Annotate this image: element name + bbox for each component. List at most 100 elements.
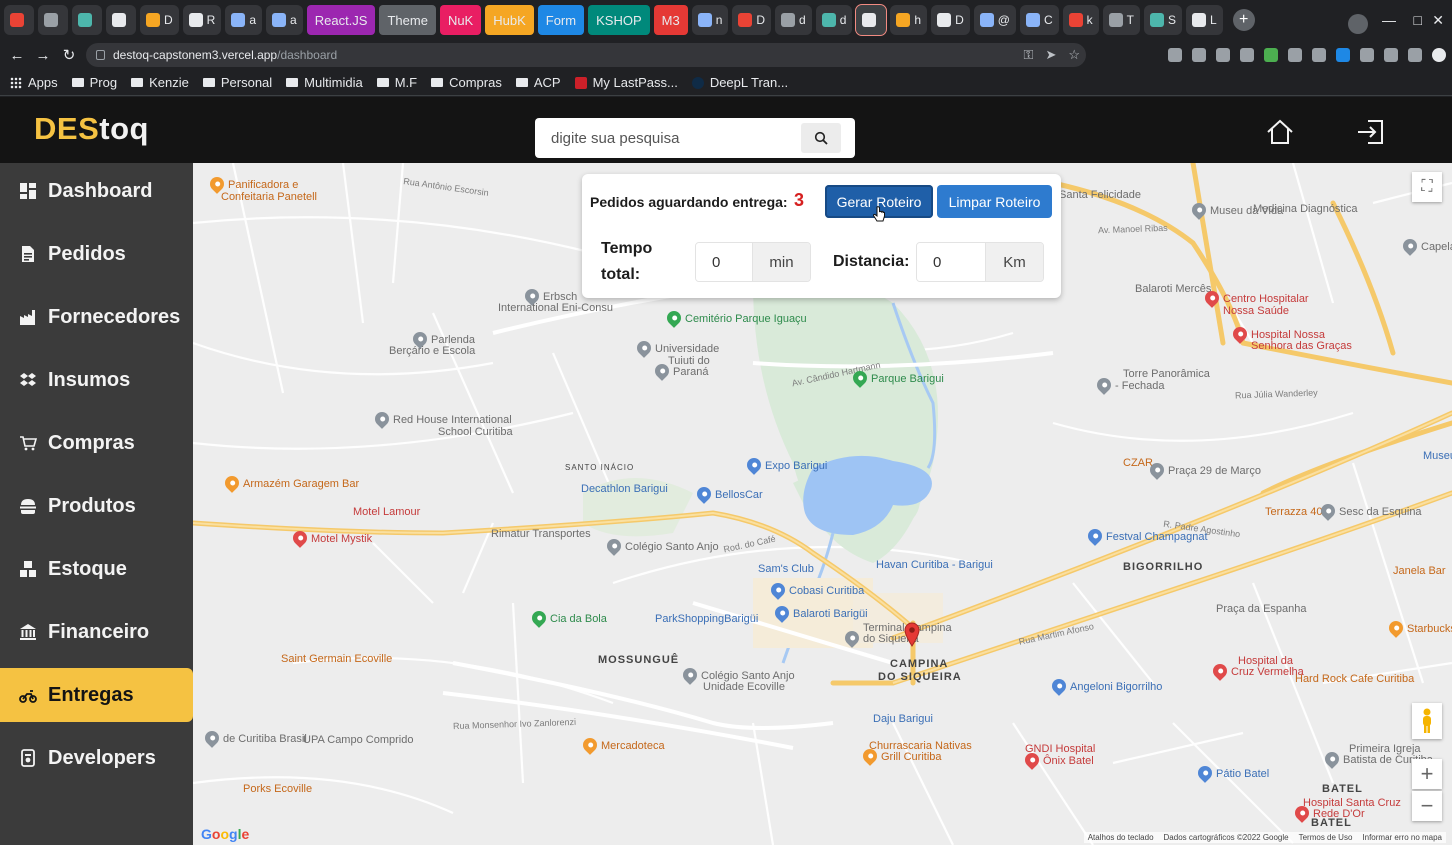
bookmark-item[interactable]: M.F bbox=[376, 75, 417, 90]
map-place-label[interactable]: Cia da Bola bbox=[550, 613, 607, 625]
distance-field[interactable]: 0 Km bbox=[916, 242, 1044, 282]
map-place-label[interactable]: Torre Panorâmica bbox=[1123, 368, 1210, 380]
map-place-label[interactable]: Expo Barigui bbox=[765, 460, 827, 472]
browser-tab[interactable]: D bbox=[140, 5, 179, 35]
map-place-label[interactable]: Panificadora e bbox=[228, 179, 298, 191]
map-place-label[interactable]: Motel Lamour bbox=[353, 506, 420, 518]
bookmark-item[interactable]: Prog bbox=[71, 75, 117, 90]
map-place-label[interactable]: Cruz Vermelha bbox=[1231, 666, 1304, 678]
map-place-label[interactable]: Paraná bbox=[673, 366, 708, 378]
browser-tab[interactable]: HubK bbox=[485, 5, 534, 35]
share-icon[interactable]: ➤ bbox=[1045, 47, 1056, 63]
sidebar-item-insumos[interactable]: Insumos bbox=[0, 353, 193, 407]
sidebar-item-financeiro[interactable]: Financeiro bbox=[0, 605, 193, 659]
map-place-label[interactable]: International Eni-Consu bbox=[498, 302, 613, 314]
map-place-label[interactable]: Daju Barigui bbox=[873, 713, 933, 725]
clear-route-button[interactable]: Limpar Roteiro bbox=[937, 185, 1052, 218]
zoom-out-button[interactable]: − bbox=[1412, 791, 1442, 821]
bookmark-item[interactable]: Kenzie bbox=[131, 75, 189, 90]
map-place-label[interactable]: Red House International bbox=[393, 414, 512, 426]
sidebar-item-pedidos[interactable]: Pedidos bbox=[0, 227, 193, 281]
bookmark-item[interactable]: ACP bbox=[515, 75, 561, 90]
extension-icon[interactable] bbox=[1168, 48, 1182, 62]
browser-tab[interactable]: Theme bbox=[379, 5, 436, 35]
sidebar-item-fornecedores[interactable]: Fornecedores bbox=[0, 290, 193, 344]
minimize-icon[interactable]: — bbox=[1382, 12, 1396, 28]
map-place-label[interactable]: Starbucks bbox=[1407, 623, 1452, 635]
profile-avatar[interactable] bbox=[1432, 48, 1446, 62]
extension-icon[interactable] bbox=[1336, 48, 1350, 62]
reload-icon[interactable]: ↻ bbox=[56, 46, 82, 64]
key-icon[interactable]: ⚿ bbox=[1024, 47, 1034, 63]
browser-tab[interactable] bbox=[4, 5, 34, 35]
map-place-label[interactable]: Sesc da Esquina bbox=[1339, 506, 1422, 518]
maximize-icon[interactable]: □ bbox=[1414, 12, 1422, 28]
map-footer-link[interactable]: Informar erro no mapa bbox=[1362, 833, 1442, 842]
map-place-label[interactable]: CZAR bbox=[1123, 457, 1153, 469]
map-place-label[interactable]: Ônix Batel bbox=[1043, 755, 1094, 767]
browser-tab[interactable]: D bbox=[931, 5, 970, 35]
map-place-label[interactable]: Unidade Ecoville bbox=[703, 681, 785, 693]
map-place-label[interactable]: Balaroti Mercês bbox=[1135, 283, 1211, 295]
sidebar-item-dashboard[interactable]: Dashboard bbox=[0, 164, 193, 218]
extension-icon[interactable] bbox=[1264, 48, 1278, 62]
back-icon[interactable]: ← bbox=[4, 47, 30, 64]
browser-tab[interactable]: M3 bbox=[653, 5, 688, 35]
map-place-label[interactable]: Parque Barigui bbox=[871, 373, 944, 385]
sidebar-item-produtos[interactable]: Produtos bbox=[0, 479, 193, 533]
map-place-label[interactable]: Pátio Batel bbox=[1216, 768, 1269, 780]
browser-tab[interactable] bbox=[38, 5, 68, 35]
distance-value[interactable]: 0 bbox=[917, 243, 985, 281]
map-place-label[interactable]: Praça da Espanha bbox=[1216, 603, 1307, 615]
map-place-label[interactable]: Sam's Club bbox=[758, 563, 814, 575]
map-place-label[interactable]: Museu bbox=[1423, 450, 1452, 462]
browser-tab[interactable]: L bbox=[1186, 5, 1223, 35]
browser-tab[interactable]: NuK bbox=[439, 5, 482, 35]
total-time-field[interactable]: 0 min bbox=[695, 242, 811, 282]
forward-icon[interactable]: → bbox=[30, 47, 56, 64]
zoom-in-button[interactable]: + bbox=[1412, 759, 1442, 789]
google-logo[interactable]: Google bbox=[201, 826, 249, 842]
map-place-label[interactable]: Capela V bbox=[1421, 241, 1452, 253]
extension-icon[interactable] bbox=[1240, 48, 1254, 62]
fullscreen-button[interactable]: ⛶ bbox=[1412, 172, 1442, 202]
sidebar-item-developers[interactable]: Developers bbox=[0, 731, 193, 785]
map-place-label[interactable]: Santa Felicidade bbox=[1059, 189, 1141, 201]
browser-tab[interactable] bbox=[72, 5, 102, 35]
map-place-label[interactable]: - Fechada bbox=[1115, 380, 1165, 392]
extension-icon[interactable] bbox=[1360, 48, 1374, 62]
browser-tab[interactable]: d bbox=[815, 5, 853, 35]
destoq-logo[interactable]: DEStoq bbox=[34, 111, 149, 147]
map-place-label[interactable]: BellosCar bbox=[715, 489, 763, 501]
browser-tab[interactable]: React.JS bbox=[306, 5, 376, 35]
extension-icon[interactable] bbox=[1192, 48, 1206, 62]
map-place-label[interactable]: School Curitiba bbox=[438, 426, 513, 438]
browser-tab[interactable]: @ bbox=[973, 5, 1016, 35]
sidebar-item-entregas[interactable]: Entregas bbox=[0, 668, 193, 722]
browser-tab[interactable]: a bbox=[225, 5, 263, 35]
extension-icon[interactable] bbox=[1216, 48, 1230, 62]
search-input[interactable] bbox=[535, 119, 801, 157]
bookmark-item[interactable]: Personal bbox=[202, 75, 272, 90]
extension-icon[interactable] bbox=[1312, 48, 1326, 62]
browser-tab[interactable]: D bbox=[732, 5, 772, 35]
map-place-label[interactable]: Hard Rock Cafe Curitiba bbox=[1295, 673, 1414, 685]
browser-tab[interactable]: h bbox=[890, 5, 928, 35]
bookmark-item[interactable]: Multimidia bbox=[286, 75, 363, 90]
browser-tab[interactable]: S bbox=[1143, 5, 1182, 35]
map-place-label[interactable]: Decathlon Barigui bbox=[581, 483, 668, 495]
map-place-label[interactable]: Cobasi Curitiba bbox=[789, 585, 864, 597]
puzzle-icon[interactable] bbox=[1384, 48, 1398, 62]
map-place-label[interactable]: UPA Campo Comprido bbox=[303, 734, 413, 746]
map-place-label[interactable]: Mercadoteca bbox=[601, 740, 665, 752]
sidebar-item-estoque[interactable]: Estoque bbox=[0, 542, 193, 596]
browser-tab[interactable]: n bbox=[691, 5, 729, 35]
map-place-label[interactable]: Porks Ecoville bbox=[243, 783, 312, 795]
map-place-label[interactable]: Rimatur Transportes bbox=[491, 528, 591, 540]
map-place-label[interactable]: Senhora das Graças bbox=[1251, 340, 1352, 352]
search-button[interactable] bbox=[801, 123, 841, 153]
browser-tab[interactable] bbox=[855, 4, 888, 36]
map-footer-link[interactable]: Dados cartográficos ©2022 Google bbox=[1164, 833, 1289, 842]
map-place-label[interactable]: Berçário e Escola bbox=[389, 345, 475, 357]
map-place-label[interactable]: de Curitiba Brasil bbox=[223, 733, 307, 745]
